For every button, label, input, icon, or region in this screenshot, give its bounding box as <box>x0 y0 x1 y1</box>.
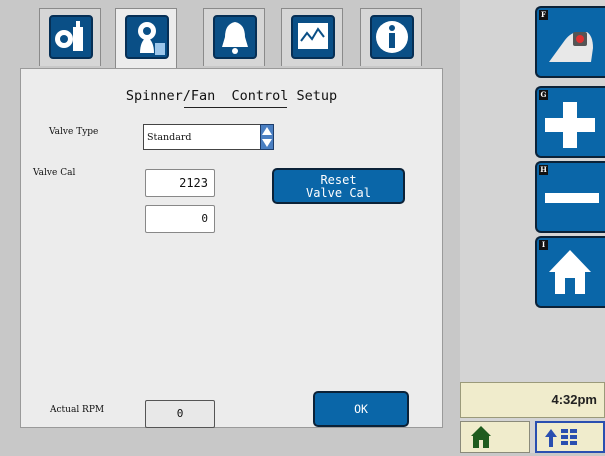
info-icon <box>370 15 414 59</box>
machine-settings-icon <box>49 15 93 59</box>
softkey-f-label: F <box>539 10 548 20</box>
spinner-fan-setup-panel: Spinner/Fan Control Setup Valve Type Sta… <box>20 68 443 428</box>
softkey-h-button[interactable]: H <box>535 161 605 233</box>
title-underline <box>184 107 287 108</box>
clock-display: 4:32pm <box>460 382 605 418</box>
softkey-i-button[interactable]: I <box>535 236 605 308</box>
tab-bar <box>0 0 460 70</box>
up-arrow-menu-icon <box>545 429 577 447</box>
spinner-fan-settings-icon <box>125 15 169 59</box>
softkey-h-label: H <box>539 165 548 175</box>
home-icon <box>471 426 491 448</box>
home-shortcut-button[interactable] <box>460 421 530 453</box>
valve-type-spinner[interactable] <box>260 124 274 150</box>
tab-machine-settings[interactable] <box>39 8 101 66</box>
valve-type-value: Standard <box>147 132 192 143</box>
actual-rpm-label: Actual RPM <box>50 405 105 415</box>
performance-monitor-icon <box>291 15 335 59</box>
ok-button[interactable]: OK <box>313 391 409 427</box>
valve-cal-field[interactable]: 2123 <box>145 169 215 197</box>
tab-performance[interactable] <box>281 8 343 66</box>
valve-cal-secondary-field[interactable]: 0 <box>145 205 215 233</box>
page-title: Spinner/Fan Control Setup <box>125 88 338 104</box>
softkey-i-label: I <box>539 240 548 250</box>
valve-type-label: Valve Type <box>49 127 99 137</box>
actual-rpm-value: 0 <box>145 400 215 428</box>
softkey-g-label: G <box>539 90 548 100</box>
valve-type-select[interactable]: Standard <box>143 124 274 150</box>
valve-cal-label: Valve Cal <box>33 168 76 178</box>
tab-alarms[interactable] <box>203 8 265 66</box>
softkey-f-button[interactable]: F <box>535 6 605 78</box>
softkey-area: F G H I 4:32pm <box>460 0 605 453</box>
alarm-bell-icon <box>213 15 257 59</box>
menu-shortcut-button[interactable] <box>535 421 605 453</box>
tab-spinner-fan[interactable] <box>115 8 177 70</box>
tab-info[interactable] <box>360 8 422 66</box>
reset-valve-cal-button[interactable]: Reset Valve Cal <box>272 168 405 204</box>
softkey-g-button[interactable]: G <box>535 86 605 158</box>
